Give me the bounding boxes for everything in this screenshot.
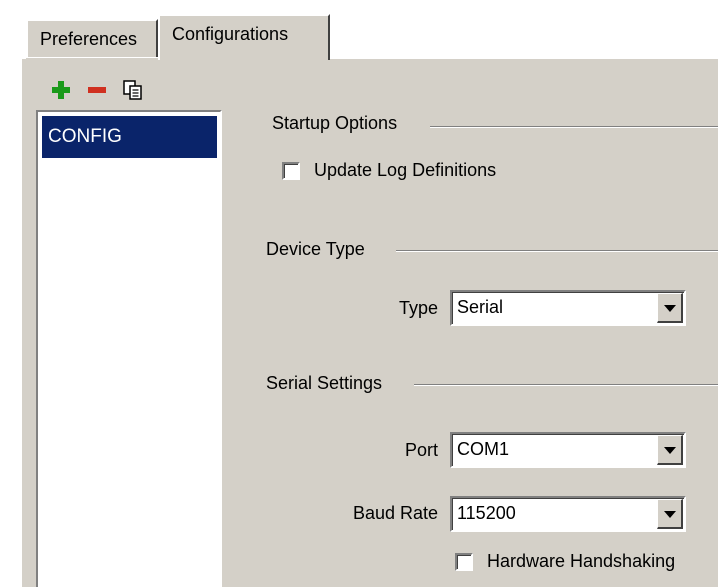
tab-configurations[interactable]: Configurations: [158, 14, 330, 60]
config-list[interactable]: CONFIG: [36, 110, 222, 587]
serial-settings-divider: [414, 384, 718, 386]
startup-options-divider: [430, 126, 718, 128]
device-type-title: Device Type: [266, 239, 369, 260]
update-log-definitions-row[interactable]: Update Log Definitions: [282, 160, 496, 181]
chevron-down-icon[interactable]: [657, 435, 683, 465]
plus-icon[interactable]: [50, 79, 72, 101]
tab-page-left-border: [20, 57, 22, 587]
hardware-handshaking-checkbox[interactable]: [455, 552, 473, 571]
type-select[interactable]: Serial: [450, 290, 686, 326]
tab-page-border: [330, 57, 718, 59]
list-item[interactable]: CONFIG: [42, 116, 217, 158]
hardware-handshaking-label: Hardware Handshaking: [487, 551, 676, 571]
update-log-definitions-checkbox[interactable]: [282, 161, 300, 180]
port-label: Port: [404, 440, 438, 460]
baud-rate-label: Baud Rate: [352, 503, 438, 523]
hardware-handshaking-row[interactable]: Hardware Handshaking: [455, 551, 675, 572]
baud-rate-select-value: 115200: [457, 503, 516, 523]
startup-options-title: Startup Options: [272, 113, 408, 134]
config-list-toolbar: [36, 70, 220, 110]
type-select-value: Serial: [457, 297, 504, 317]
tab-configurations-label: Configurations: [172, 24, 289, 44]
port-select[interactable]: COM1: [450, 432, 686, 468]
tab-page-border-left: [20, 57, 26, 59]
port-select-value: COM1: [457, 439, 510, 459]
serial-settings-title: Serial Settings: [266, 373, 393, 394]
list-item-label: CONFIG: [48, 126, 122, 147]
copy-icon[interactable]: [122, 79, 144, 101]
update-log-definitions-label: Update Log Definitions: [314, 160, 497, 180]
tab-preferences-label: Preferences: [40, 29, 138, 49]
baud-rate-select[interactable]: 115200: [450, 496, 686, 532]
chevron-down-icon[interactable]: [657, 499, 683, 529]
chevron-down-icon[interactable]: [657, 293, 683, 323]
type-label: Type: [398, 298, 438, 318]
device-type-divider: [396, 250, 718, 252]
tab-preferences[interactable]: Preferences: [26, 19, 158, 57]
minus-icon[interactable]: [86, 79, 108, 101]
